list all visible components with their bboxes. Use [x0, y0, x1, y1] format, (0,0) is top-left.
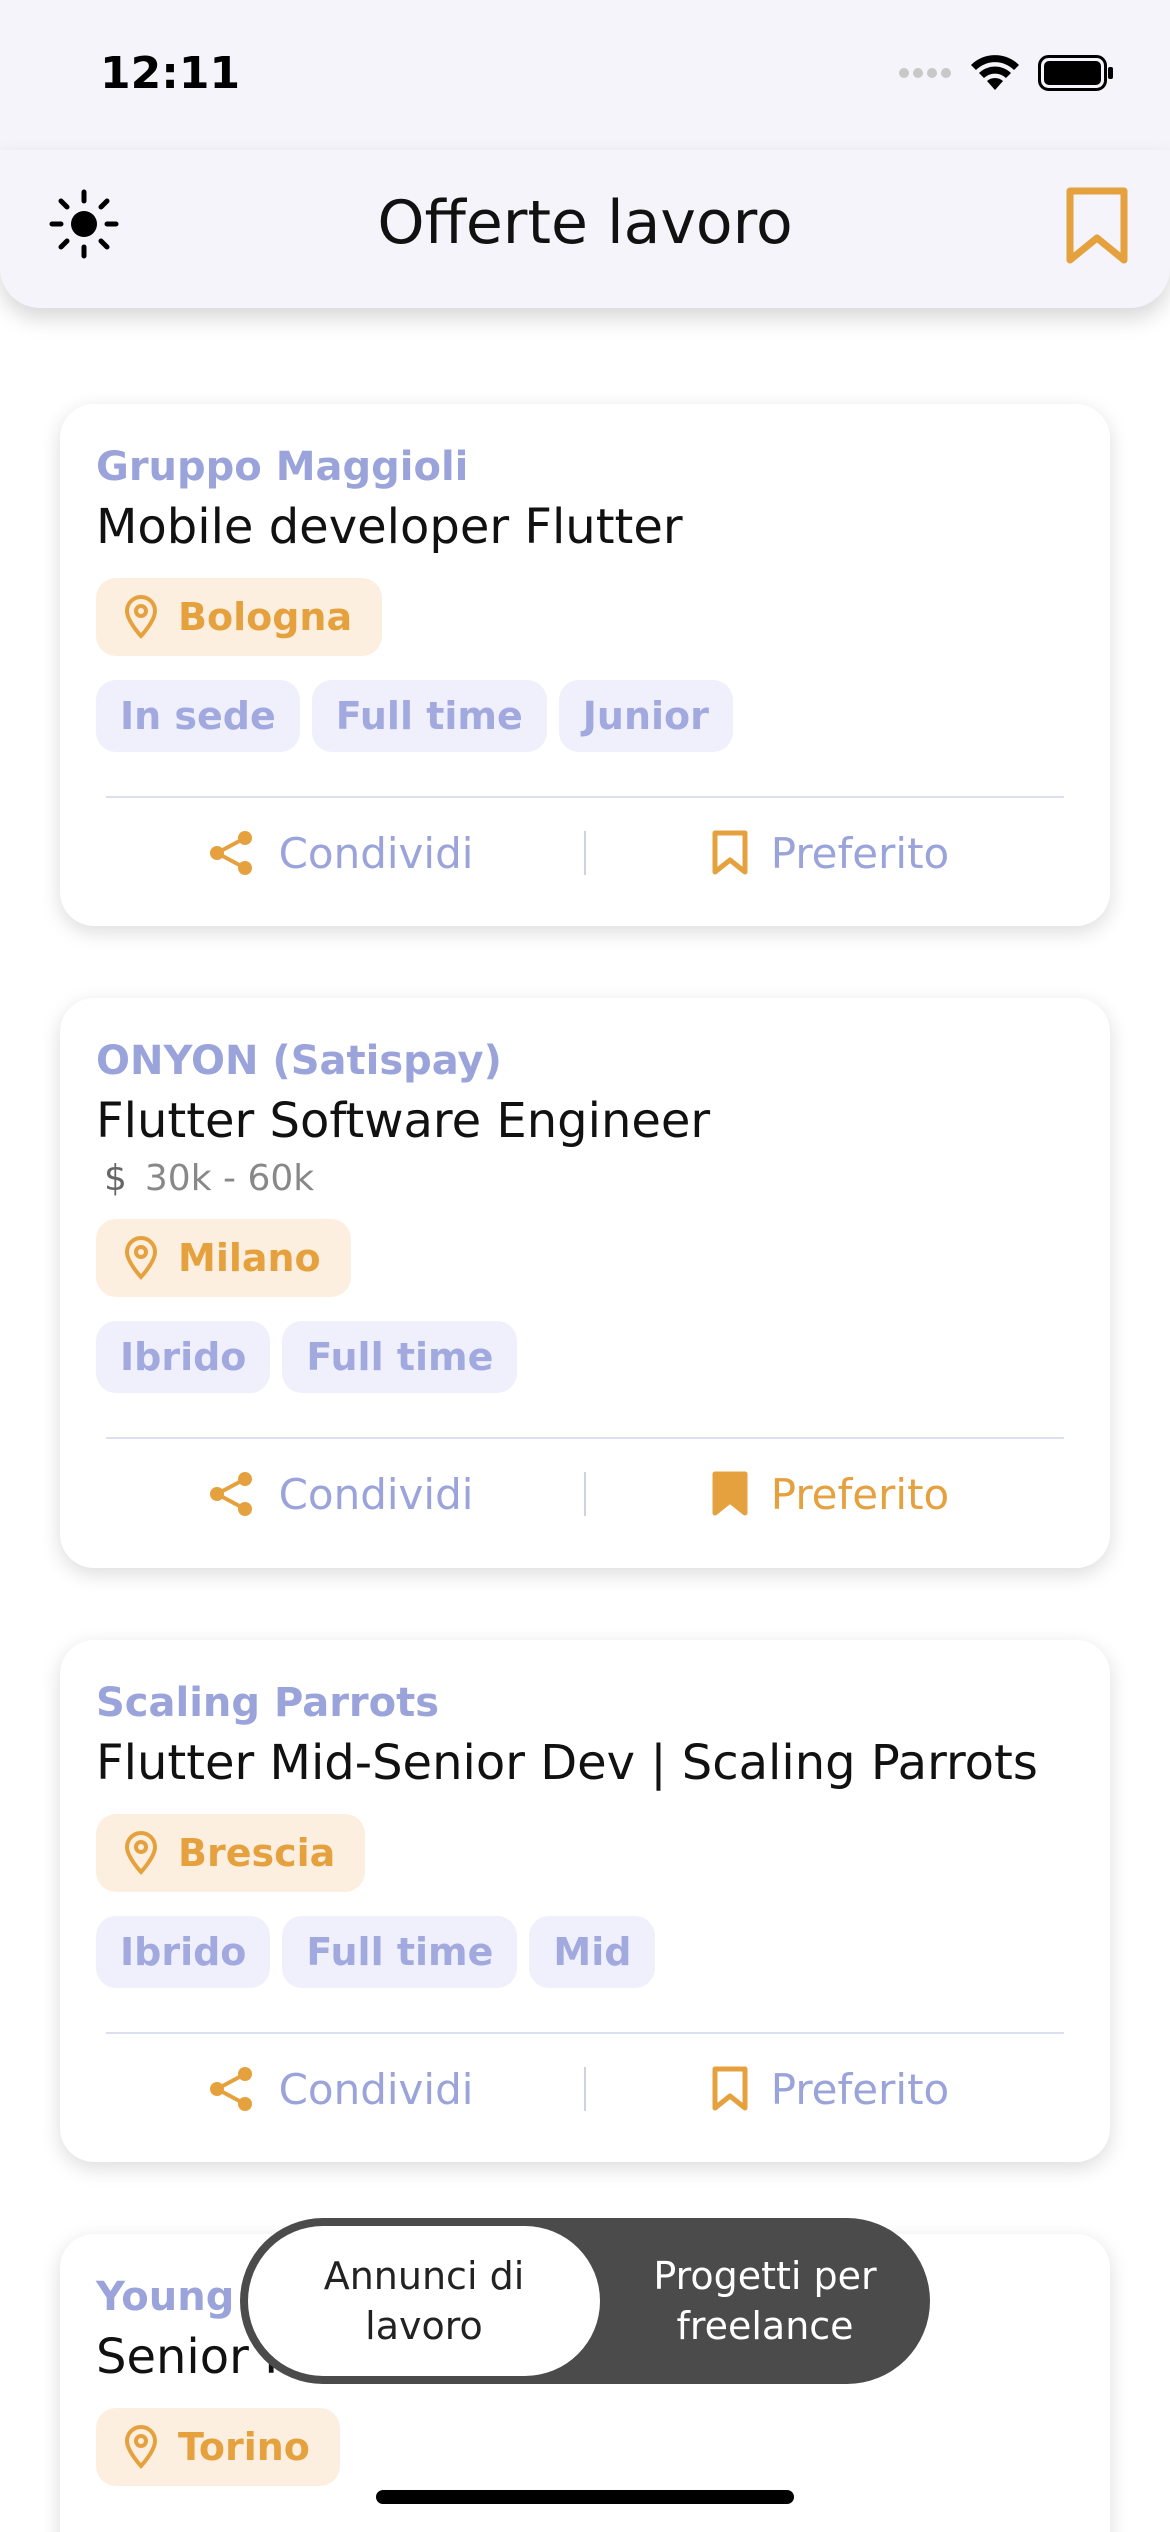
status-time: 12:11	[100, 48, 241, 99]
share-label: Condividi	[278, 2064, 474, 2114]
location-pin-icon	[124, 595, 158, 639]
card-actions: Condividi Preferito	[96, 798, 1074, 908]
company-name: Gruppo Maggioli	[96, 444, 469, 490]
tab-freelance-line2: freelance	[676, 2304, 854, 2348]
cellular-signal-icon	[899, 68, 951, 78]
home-indicator	[376, 2490, 794, 2504]
favorite-label: Preferito	[770, 2064, 950, 2114]
share-label: Condividi	[278, 1469, 474, 1519]
tag: Mid	[529, 1916, 656, 1988]
job-title: Flutter Mid-Senior Dev | Scaling Parrots	[96, 1735, 1038, 1791]
saved-jobs-button[interactable]	[1064, 186, 1130, 266]
location-label: Milano	[178, 1236, 321, 1280]
location-chip: Bologna	[96, 578, 383, 656]
job-card[interactable]: Gruppo Maggioli Mobile developer Flutter…	[60, 404, 1110, 926]
tab-freelance-projects[interactable]: Progetti per freelance	[620, 2218, 910, 2384]
company-name: Scaling Parrots	[96, 1680, 440, 1726]
favorite-label: Preferito	[770, 1469, 950, 1519]
share-icon	[209, 1472, 252, 1516]
salary-label: 30k - 60k	[144, 1158, 315, 1199]
salary-range: $ 30k - 60k	[96, 1158, 1074, 1199]
share-button[interactable]: Condividi	[96, 1469, 584, 1519]
location-label: Brescia	[178, 1831, 336, 1875]
favorite-button[interactable]: Preferito	[586, 829, 1074, 878]
tab-job-listings-line2: lavoro	[365, 2304, 483, 2348]
tag-list: Ibrido Full time	[96, 1321, 1074, 1393]
tag: Full time	[311, 680, 547, 752]
location-label: Torino	[178, 2425, 310, 2469]
favorite-label: Preferito	[770, 828, 950, 878]
job-title: Flutter Software Engineer	[96, 1093, 711, 1149]
tag-list: Ibrido Full time Mid	[96, 1916, 1074, 1988]
card-actions: Condividi Preferito	[96, 2034, 1074, 2144]
app-bar: Offerte lavoro	[0, 150, 1170, 308]
job-title: Mobile developer Flutter	[96, 499, 683, 555]
location-pin-icon	[124, 2425, 158, 2469]
share-icon	[209, 2067, 252, 2111]
tab-job-listings[interactable]: Annunci di lavoro	[248, 2226, 600, 2376]
status-icons	[898, 54, 1114, 92]
bookmark-outline-icon	[712, 830, 748, 875]
wifi-icon	[971, 55, 1019, 90]
job-card[interactable]: ONYON (Satispay) Flutter Software Engine…	[60, 998, 1110, 1568]
bookmark-icon	[1066, 187, 1128, 264]
listing-type-toggle: Annunci di lavoro Progetti per freelance	[240, 2218, 930, 2384]
location-chip: Milano	[96, 1219, 351, 1297]
tag: In sede	[96, 680, 300, 752]
bookmark-outline-icon	[712, 2066, 748, 2111]
favorite-button[interactable]: Preferito	[586, 2065, 1074, 2114]
battery-icon	[1038, 55, 1113, 91]
location-pin-icon	[124, 1236, 158, 1280]
location-chip: Torino	[96, 2408, 340, 2486]
tag: Full time	[282, 1321, 518, 1393]
card-actions: Condividi Preferito	[96, 1439, 1074, 1549]
job-card[interactable]: Scaling Parrots Flutter Mid-Senior Dev |…	[60, 1640, 1110, 2162]
dollar-icon: $	[104, 1158, 127, 1199]
tab-job-listings-line1: Annunci di	[323, 2254, 525, 2298]
location-chip: Brescia	[96, 1814, 366, 1892]
status-bar: 12:11	[0, 0, 1170, 150]
tag: Junior	[558, 680, 733, 752]
favorite-button[interactable]: Preferito	[586, 1470, 1074, 1519]
company-name: ONYON (Satispay)	[96, 1038, 502, 1084]
tag-list: In sede Full time Junior	[96, 680, 1074, 752]
tab-freelance-line1: Progetti per	[653, 2254, 877, 2298]
tag: Full time	[282, 1916, 518, 1988]
share-label: Condividi	[278, 828, 474, 878]
tag: Ibrido	[96, 1321, 271, 1393]
share-button[interactable]: Condividi	[96, 828, 584, 878]
location-label: Bologna	[178, 595, 353, 639]
location-pin-icon	[124, 1831, 158, 1875]
tag: Ibrido	[96, 1916, 271, 1988]
share-icon	[209, 831, 252, 875]
share-button[interactable]: Condividi	[96, 2064, 584, 2114]
bookmark-filled-icon	[712, 1471, 748, 1516]
page-title: Offerte lavoro	[377, 188, 793, 258]
